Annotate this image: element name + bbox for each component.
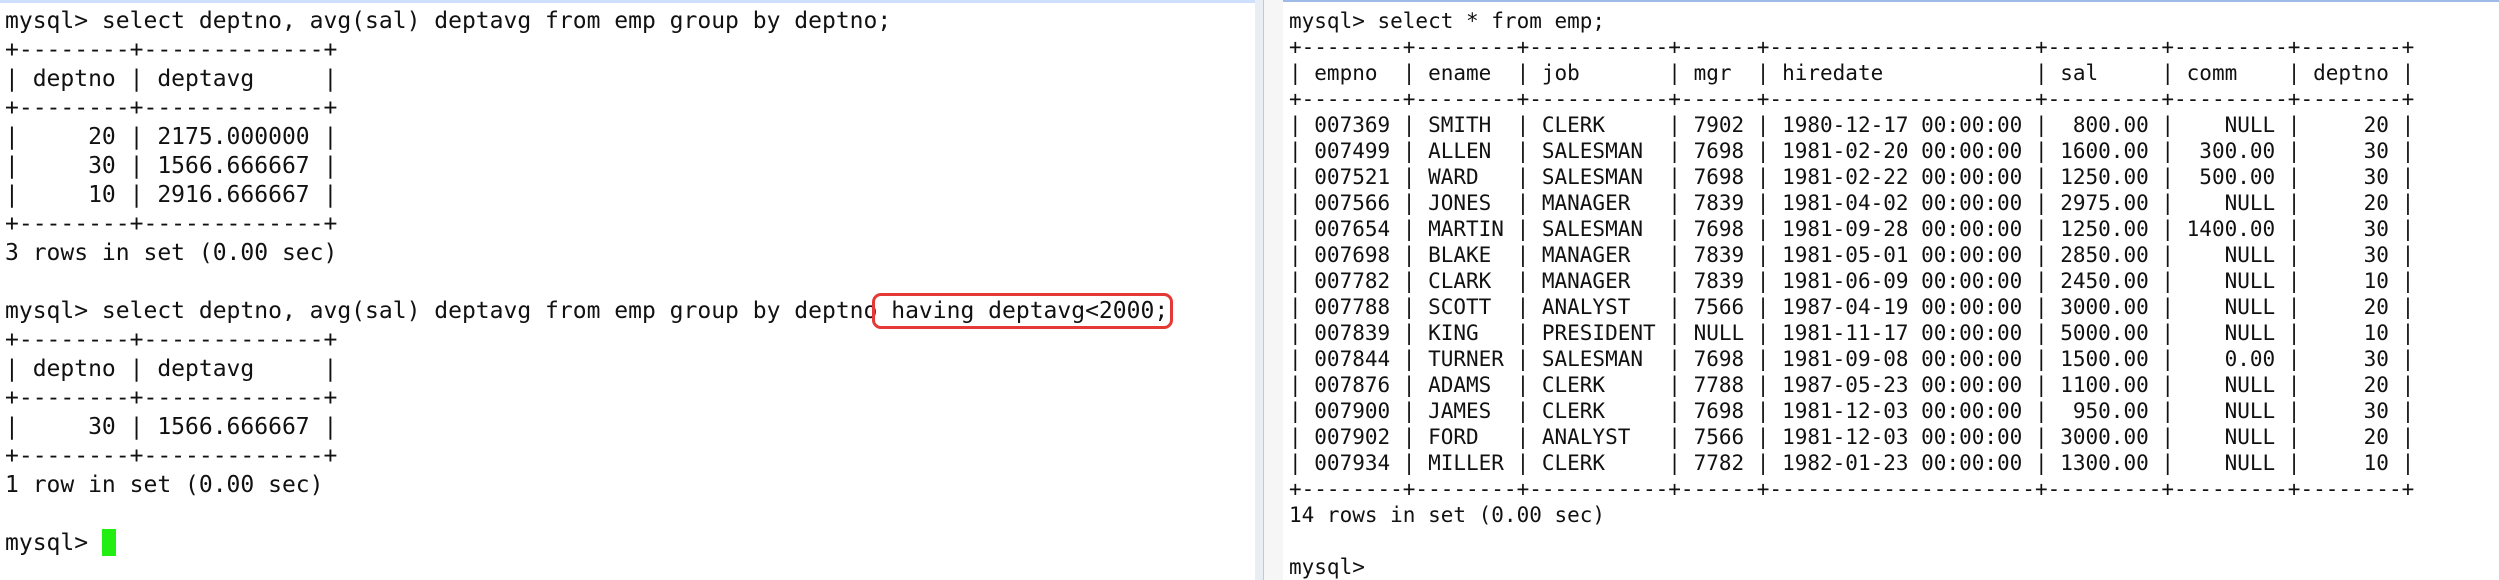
left-line-5: | 20 | 2175.000000 |: [5, 124, 338, 150]
table-row: | 007499 | ALLEN | SALESMAN | 7698 | 198…: [1289, 139, 2415, 163]
prompt-line[interactable]: mysql>: [5, 529, 116, 556]
right-terminal-output: mysql> select * from emp; +--------+----…: [1289, 8, 2414, 580]
table-row: | 007782 | CLARK | MANAGER | 7839 | 1981…: [1289, 269, 2415, 293]
prompt-text: mysql>: [5, 530, 102, 556]
left-line-16: +--------+-------------+: [5, 443, 338, 469]
table-row: | 007654 | MARTIN | SALESMAN | 7698 | 19…: [1289, 217, 2415, 241]
pane-divider[interactable]: [1255, 0, 1263, 580]
left-line-4: +--------+-------------+: [5, 95, 338, 121]
query2-line: mysql> select deptno, avg(sal) deptavg f…: [5, 293, 1174, 329]
right-line-4: +--------+--------+-----------+------+--…: [1289, 87, 2415, 111]
highlight-box: having deptavg<2000;: [872, 293, 1174, 329]
text-cursor: [101, 529, 116, 556]
right-line-19: +--------+--------+-----------+------+--…: [1289, 477, 2415, 501]
table-row: | 007934 | MILLER | CLERK | 7782 | 1982-…: [1289, 451, 2415, 475]
table-row: | 007902 | FORD | ANALYST | 7566 | 1981-…: [1289, 425, 2415, 449]
table-row: | 007698 | BLAKE | MANAGER | 7839 | 1981…: [1289, 243, 2415, 267]
table-row: | 007839 | KING | PRESIDENT | NULL | 198…: [1289, 321, 2415, 345]
left-line-3: | deptno | deptavg |: [5, 66, 338, 92]
right-line-20: 14 rows in set (0.00 sec): [1289, 503, 1606, 527]
right-line-1: mysql> select * from emp;: [1289, 9, 1606, 33]
left-line-8: +--------+-------------+: [5, 211, 338, 237]
right-line-2: +--------+--------+-----------+------+--…: [1289, 35, 2415, 59]
pane-gutter: [1263, 0, 1285, 580]
left-line-14: +--------+-------------+: [5, 385, 338, 411]
query2-prefix: mysql> select deptno, avg(sal) deptavg f…: [5, 298, 878, 324]
left-line-13: | deptno | deptavg |: [5, 356, 338, 382]
table-row: | 007876 | ADAMS | CLERK | 7788 | 1987-0…: [1289, 373, 2415, 397]
left-line-17: 1 row in set (0.00 sec): [5, 472, 324, 498]
left-line-6: | 30 | 1566.666667 |: [5, 153, 338, 179]
left-line-2: +--------+-------------+: [5, 37, 338, 63]
table-row: | 007844 | TURNER | SALESMAN | 7698 | 19…: [1289, 347, 2415, 371]
left-terminal-pane[interactable]: mysql> select deptno, avg(sal) deptavg f…: [0, 0, 1255, 580]
table-row: | 007521 | WARD | SALESMAN | 7698 | 1981…: [1289, 165, 2415, 189]
right-terminal-pane[interactable]: mysql> select * from emp; +--------+----…: [1283, 0, 2499, 580]
left-terminal-output: mysql> select deptno, avg(sal) deptavg f…: [5, 7, 1174, 558]
right-prompt[interactable]: mysql>: [1289, 555, 1365, 579]
left-line-9: 3 rows in set (0.00 sec): [5, 240, 338, 266]
right-line-3: | empno | ename | job | mgr | hiredate |…: [1289, 61, 2415, 85]
left-line-1: mysql> select deptno, avg(sal) deptavg f…: [5, 8, 892, 34]
left-line-12: +--------+-------------+: [5, 327, 338, 353]
left-line-7: | 10 | 2916.666667 |: [5, 182, 338, 208]
table-row: | 007900 | JAMES | CLERK | 7698 | 1981-1…: [1289, 399, 2415, 423]
table-row: | 007788 | SCOTT | ANALYST | 7566 | 1987…: [1289, 295, 2415, 319]
table-row: | 007566 | JONES | MANAGER | 7839 | 1981…: [1289, 191, 2415, 215]
left-line-15: | 30 | 1566.666667 |: [5, 414, 338, 440]
table-row: | 007369 | SMITH | CLERK | 7902 | 1980-1…: [1289, 113, 2415, 137]
